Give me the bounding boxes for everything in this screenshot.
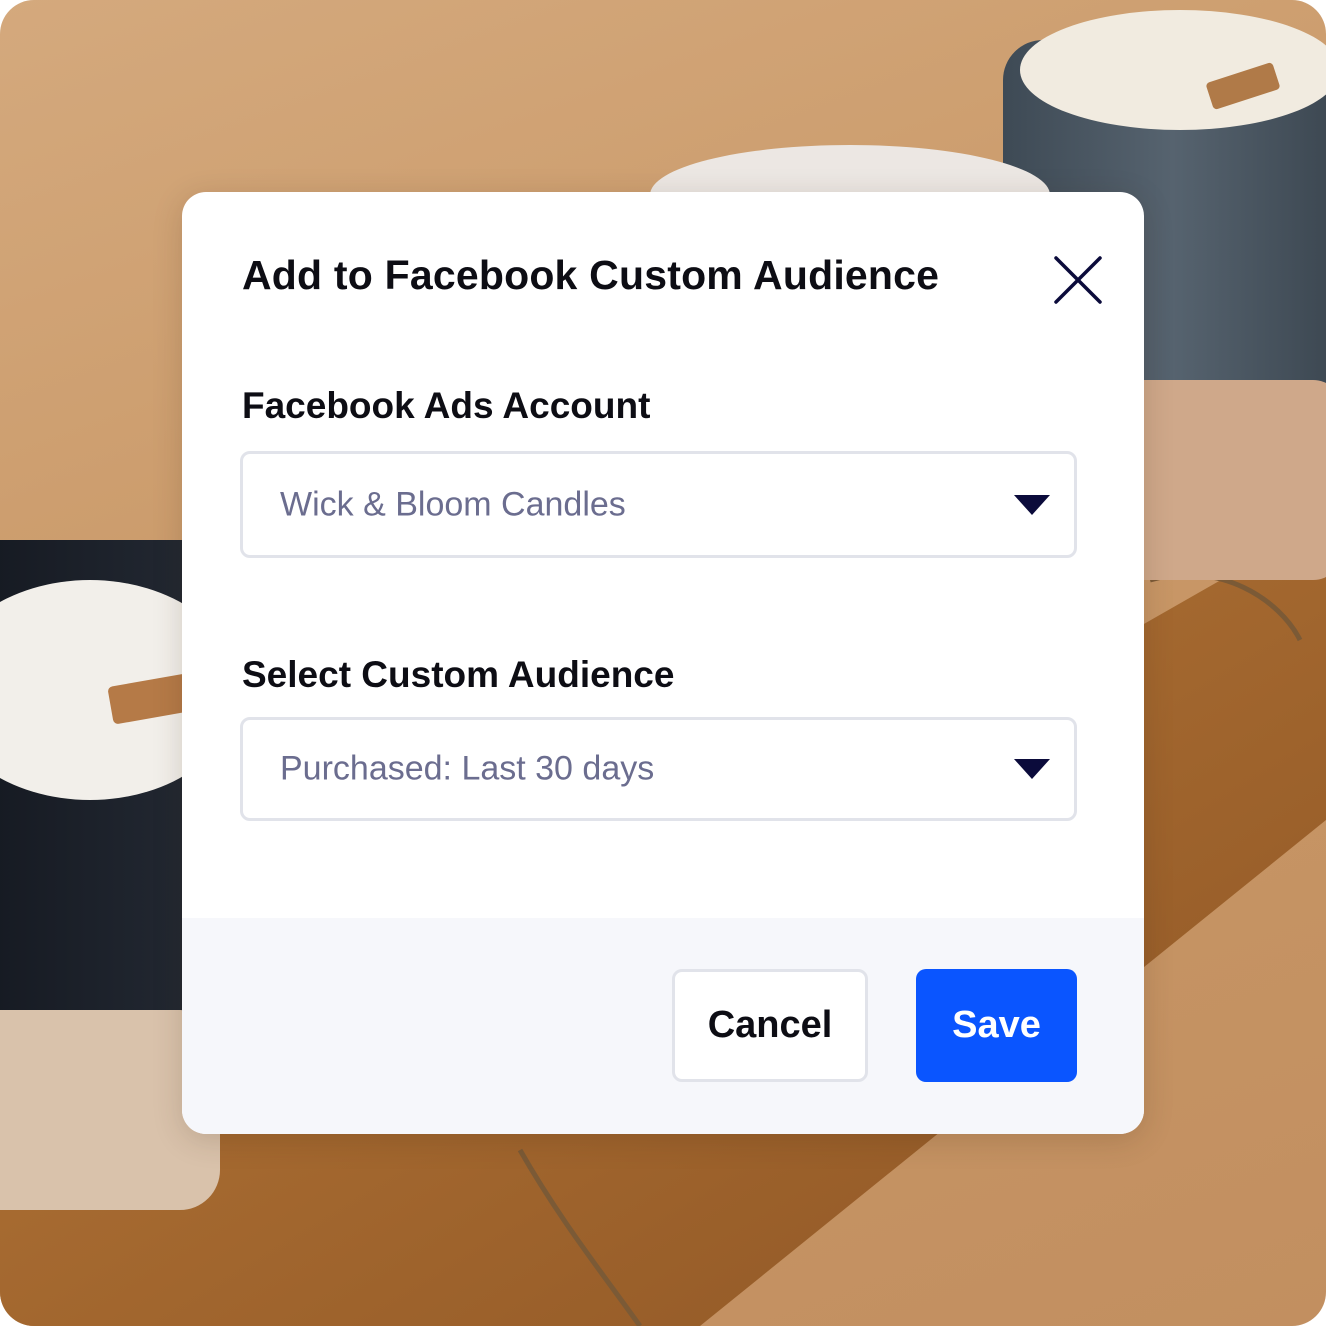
close-button[interactable]: [1052, 254, 1104, 306]
custom-audience-selected-value: Purchased: Last 30 days: [280, 749, 655, 788]
screenshot-canvas: Add to Facebook Custom Audience Facebook…: [0, 0, 1326, 1326]
close-icon: [1054, 256, 1102, 304]
ads-account-selected-value: Wick & Bloom Candles: [280, 485, 626, 523]
dialog-footer: Cancel Save: [182, 918, 1144, 1134]
dialog-title: Add to Facebook Custom Audience: [242, 252, 940, 298]
custom-audience-dialog: Add to Facebook Custom Audience Facebook…: [182, 192, 1144, 1134]
ads-account-select[interactable]: Wick & Bloom Candles: [240, 451, 1077, 558]
save-button[interactable]: Save: [916, 969, 1077, 1082]
custom-audience-select[interactable]: Purchased: Last 30 days: [240, 717, 1077, 821]
chevron-down-icon: [1014, 759, 1050, 779]
chevron-down-icon: [1014, 494, 1050, 515]
ads-account-label: Facebook Ads Account: [242, 385, 651, 426]
cancel-button[interactable]: Cancel: [672, 969, 868, 1082]
custom-audience-label: Select Custom Audience: [242, 654, 675, 695]
